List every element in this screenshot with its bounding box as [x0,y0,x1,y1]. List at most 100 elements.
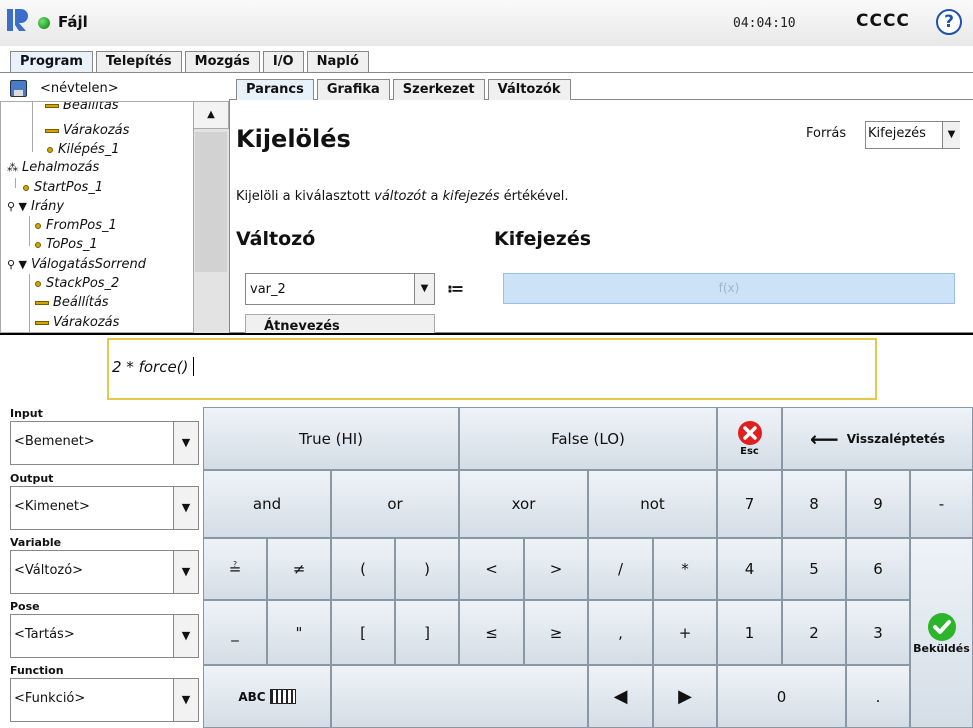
key-6[interactable]: 6 [846,538,910,600]
chevron-down-icon[interactable]: ▼ [173,551,198,593]
abc-label: ABC [238,689,266,704]
tab-log[interactable]: Napló [306,51,369,73]
tab-io[interactable]: I/O [262,51,304,73]
equals-key[interactable]: ≟ [203,538,267,600]
file-menu[interactable]: Fájl [58,13,88,31]
chevron-down-icon[interactable]: ▼ [414,274,434,304]
tree-node[interactable]: Beállítás [35,295,109,310]
not-key[interactable]: not [588,470,717,538]
tree-node[interactable]: Várakozás [35,315,119,330]
underscore-key[interactable]: _ [203,600,267,665]
tree-guide [32,102,33,152]
close-icon [737,421,762,445]
save-icon[interactable] [10,80,27,97]
less-equal-key[interactable]: ≤ [459,600,524,665]
pallet-icon: ⁂ [7,161,18,174]
quote-key[interactable]: " [267,600,331,665]
key-8[interactable]: 8 [782,470,846,538]
tree-node[interactable]: ⁂ Lehalmozás [7,160,99,175]
tree-scroll-thumb[interactable] [195,132,227,272]
key-4[interactable]: 4 [717,538,782,600]
plus-key[interactable]: + [653,600,717,665]
tree-guide [29,274,30,332]
tree-node[interactable]: ⚲ ▼ VálogatásSorrend [7,257,146,272]
false-key[interactable]: False (LO) [459,407,717,470]
help-icon[interactable]: ? [936,9,962,35]
expression-heading: Kifejezés [494,228,592,250]
or-key[interactable]: or [331,470,459,538]
tab-graphics[interactable]: Grafika [316,79,390,100]
expression-field[interactable]: f(x) [503,273,955,304]
dot-key[interactable]: . [846,665,910,728]
rbracket-key[interactable]: ] [395,600,459,665]
cursor-right-icon[interactable]: ▶ [653,665,717,728]
top-bar [0,0,973,46]
comma-key[interactable]: , [588,600,653,665]
tree-node[interactable]: StackPos_2 [35,276,119,291]
xor-key[interactable]: xor [459,470,588,538]
scroll-up-icon[interactable]: ▲ [193,101,229,129]
key-3[interactable]: 3 [846,600,910,665]
minus-key[interactable]: - [910,470,973,538]
main-tabs: Program Telepítés Mozgás I/O Napló [10,51,372,73]
and-key[interactable]: and [203,470,331,538]
backspace-button[interactable]: ⟵ Visszaléptetés [782,407,973,470]
tree-node[interactable]: Várakozás [45,123,129,138]
chevron-down-icon[interactable]: ▼ [173,679,198,721]
lbracket-key[interactable]: [ [331,600,395,665]
setup-icon [35,300,49,305]
tab-structure[interactable]: Szerkezet [392,79,485,100]
tree-node[interactable]: ToPos_1 [35,237,98,252]
input-value: <Bemenet> [14,434,95,449]
greater-than-key[interactable]: > [524,538,588,600]
lparen-key[interactable]: ( [331,538,395,600]
tree-node[interactable]: Kilépés_1 [47,142,120,157]
tab-program[interactable]: Program [10,51,93,73]
robot-name: CCCC [856,11,910,31]
tree-node[interactable]: FromPos_1 [35,218,117,233]
key-2[interactable]: 2 [782,600,846,665]
tree-node-label: Irány [31,199,65,214]
key-9[interactable]: 9 [846,470,910,538]
chevron-down-icon[interactable]: ▼ [942,122,960,148]
key-5[interactable]: 5 [782,538,846,600]
greater-equal-key[interactable]: ≥ [524,600,588,665]
tab-command[interactable]: Parancs [236,79,314,100]
clock: 04:04:10 [733,16,796,31]
wait-icon [45,128,59,133]
assign-symbol: ≔ [447,279,464,298]
chevron-down-icon[interactable]: ▼ [173,422,198,464]
key-7[interactable]: 7 [717,470,782,538]
chevron-down-icon[interactable]: ▼ [173,615,198,657]
chevron-down-icon[interactable]: ▼ [173,487,198,529]
tree-node[interactable]: StartPos_1 [23,180,103,195]
rename-button[interactable]: Átnevezés [245,314,435,333]
checkmark-icon [927,612,956,641]
waypoint-icon [47,146,53,153]
key-0[interactable]: 0 [717,665,846,728]
tree-node-label: ToPos_1 [46,237,98,252]
key-1[interactable]: 1 [717,600,782,665]
esc-button[interactable]: Esc [717,407,782,470]
tree-guide [29,216,30,246]
multiply-key[interactable]: * [653,538,717,600]
tab-installation[interactable]: Telepítés [95,51,182,73]
robot-status-icon [38,17,50,29]
waypoint-icon [35,241,41,248]
cursor-left-icon[interactable]: ◀ [588,665,653,728]
divide-key[interactable]: / [588,538,653,600]
expression-input[interactable] [107,338,877,400]
space-key[interactable] [331,665,588,728]
input-label: Input [10,407,43,420]
rparen-key[interactable]: ) [395,538,459,600]
less-than-key[interactable]: < [459,538,524,600]
submit-button[interactable]: Beküldés [910,538,973,728]
tree-node[interactable]: Beállítás [45,102,119,113]
tab-variables[interactable]: Változók [487,79,571,100]
tree-node[interactable]: ⚲ ▼ Irány [7,199,64,214]
tab-move[interactable]: Mozgás [184,51,260,73]
true-key[interactable]: True (HI) [203,407,459,470]
tree-node-label: FromPos_1 [46,218,117,233]
abc-keyboard-button[interactable]: ABC [203,665,331,728]
not-equals-key[interactable]: ≠ [267,538,331,600]
